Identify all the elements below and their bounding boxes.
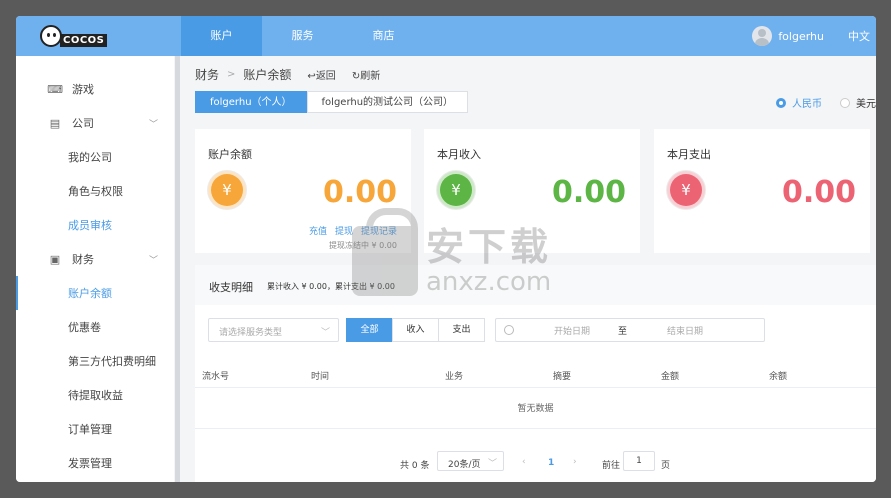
date-end[interactable]: 结束日期 <box>667 324 703 337</box>
transaction-details: 收支明细 累计收入 ¥ 0.00，累计支出 ¥ 0.00 请选择服务类型 ﹀ 全… <box>195 265 876 482</box>
chevron-down-icon: ﹀ <box>487 459 497 469</box>
sidebar-item-roles[interactable]: 角色与权限 <box>16 174 174 208</box>
goto-label: 前往 <box>602 461 621 471</box>
sidebar-item-label: 财务 <box>72 253 94 266</box>
page-unit: 页 <box>661 461 671 471</box>
user-name: folgerhu <box>778 29 824 43</box>
watermark-en: anxz.com <box>426 267 552 297</box>
sidebar-item-orders[interactable]: 订单管理 <box>16 412 174 446</box>
building-icon: ▤ <box>49 116 61 130</box>
sidebar-item-third-party[interactable]: 第三方代扣费明细 <box>16 344 174 378</box>
wallet-icon: ▣ <box>49 252 61 266</box>
cocos-mascot-icon <box>40 25 62 47</box>
sidebar-item-finance[interactable]: ▣ 财务 ﹀ <box>16 242 174 276</box>
sidebar-item-member-review[interactable]: 成员审核 <box>16 208 174 242</box>
recharge-link[interactable]: 充值 <box>309 224 327 237</box>
next-page-icon[interactable]: › <box>573 457 577 467</box>
date-to: 至 <box>618 326 628 337</box>
col-business: 业务 <box>445 372 464 382</box>
filter-all-button[interactable]: 全部 <box>346 318 393 342</box>
sidebar-item-games[interactable]: ⌨ 游戏 <box>16 72 174 106</box>
avatar <box>752 26 773 46</box>
currency-rmb-radio[interactable]: 人民币 <box>776 95 822 110</box>
breadcrumb: 财务 > 账户余额 ↩返回 ↻刷新 <box>195 66 380 83</box>
withdraw-link[interactable]: 提现 <box>335 224 353 237</box>
tab-personal[interactable]: folgerhu（个人） <box>195 91 307 113</box>
top-bar: COCOS 账户 服务 商店 folgerhu 中文 <box>16 16 876 56</box>
type-filter: 全部 收入 支出 <box>346 318 485 342</box>
col-balance: 余额 <box>769 372 788 382</box>
watermark-cn: 安下载 <box>426 225 553 269</box>
logo-text: COCOS <box>60 33 108 47</box>
back-button[interactable]: ↩返回 <box>307 67 335 82</box>
nav-store[interactable]: 商店 <box>343 16 424 56</box>
yuan-icon: ¥ <box>667 171 705 209</box>
col-serial: 流水号 <box>202 372 230 382</box>
details-title: 收支明细 <box>209 281 253 294</box>
breadcrumb-root[interactable]: 财务 <box>195 66 219 83</box>
filter-expense-button[interactable]: 支出 <box>438 318 485 342</box>
radio-dot <box>840 97 850 108</box>
account-tabs: folgerhu（个人） folgerhu的测试公司（公司） <box>195 91 469 113</box>
current-page[interactable]: 1 <box>548 458 554 468</box>
refresh-button[interactable]: ↻刷新 <box>352 67 380 82</box>
user-menu[interactable]: folgerhu <box>752 26 824 46</box>
sidebar-item-account-balance[interactable]: 账户余额 <box>16 276 174 310</box>
sidebar-item-pending-earnings[interactable]: 待提取收益 <box>16 378 174 412</box>
page-title: 账户余额 <box>243 68 292 82</box>
balance-amount: 0.00 <box>322 175 397 210</box>
gamepad-icon: ⌨ <box>47 82 63 96</box>
sidebar-item-my-company[interactable]: 我的公司 <box>16 140 174 174</box>
prev-page-icon[interactable]: ‹ <box>522 457 526 467</box>
currency-usd-radio[interactable]: 美元 <box>840 95 876 110</box>
yuan-icon: ¥ <box>437 171 475 209</box>
card-title: 账户余额 <box>208 148 252 161</box>
col-time: 时间 <box>311 372 330 382</box>
date-range-picker[interactable]: 开始日期 至 结束日期 <box>495 318 765 342</box>
sidebar-item-label: 游戏 <box>72 83 94 96</box>
lock-watermark-icon <box>352 208 418 296</box>
expense-card: 本月支出 ¥ 0.00 <box>654 129 870 253</box>
app-window: COCOS 账户 服务 商店 folgerhu 中文 ⌨ 游戏 ▤ 公司 ﹀ 我… <box>16 16 876 482</box>
cocos-logo[interactable]: COCOS <box>40 22 108 50</box>
watermark: 安下载 anxz.com <box>352 208 553 297</box>
filter-income-button[interactable]: 收入 <box>392 318 439 342</box>
sidebar-item-company[interactable]: ▤ 公司 ﹀ <box>16 106 174 140</box>
sidebar-item-messages[interactable]: ✉ 消息 ﹀ <box>16 477 174 482</box>
chevron-down-icon: ﹀ <box>148 256 158 266</box>
card-title: 本月支出 <box>667 148 711 161</box>
sidebar-item-invoices[interactable]: 发票管理 <box>16 446 174 480</box>
currency-selector: 人民币 美元 <box>776 95 876 110</box>
language-switch[interactable]: 中文 <box>848 28 870 44</box>
goto-page-input[interactable]: 1 <box>623 451 655 471</box>
nav-account[interactable]: 账户 <box>181 16 262 56</box>
clock-icon <box>504 325 514 335</box>
refresh-icon: ↻ <box>351 71 361 82</box>
breadcrumb-separator: > <box>227 69 236 80</box>
page-size-select[interactable]: 20条/页 ﹀ <box>437 451 504 471</box>
expense-amount: 0.00 <box>781 175 856 210</box>
main-nav: 账户 服务 商店 <box>181 16 424 56</box>
empty-state: 暂无数据 <box>195 389 876 429</box>
back-icon: ↩ <box>307 71 316 82</box>
radio-dot <box>776 97 786 108</box>
date-start[interactable]: 开始日期 <box>554 324 590 337</box>
table-header: 流水号 时间 业务 摘要 金额 余额 <box>195 360 876 388</box>
chevron-down-icon: ﹀ <box>148 120 158 130</box>
sidebar: ⌨ 游戏 ▤ 公司 ﹀ 我的公司 角色与权限 成员审核 ▣ 财务 ﹀ 账户余额 … <box>16 56 174 482</box>
income-amount: 0.00 <box>551 175 626 210</box>
col-amount: 金额 <box>661 372 680 382</box>
card-title: 本月收入 <box>437 148 481 161</box>
total-count: 共 0 条 <box>400 461 430 471</box>
chevron-down-icon: ﹀ <box>320 328 330 338</box>
pagination: 共 0 条 20条/页 ﹀ ‹ 1 › 前往 1 页 <box>195 451 876 475</box>
sidebar-item-label: 公司 <box>72 117 94 130</box>
col-summary: 摘要 <box>553 372 572 382</box>
sidebar-item-coupons[interactable]: 优惠卷 <box>16 310 174 344</box>
yuan-icon: ¥ <box>208 171 246 209</box>
service-type-select[interactable]: 请选择服务类型 ﹀ <box>208 318 339 342</box>
nav-services[interactable]: 服务 <box>262 16 343 56</box>
tab-company[interactable]: folgerhu的测试公司（公司） <box>306 91 469 113</box>
